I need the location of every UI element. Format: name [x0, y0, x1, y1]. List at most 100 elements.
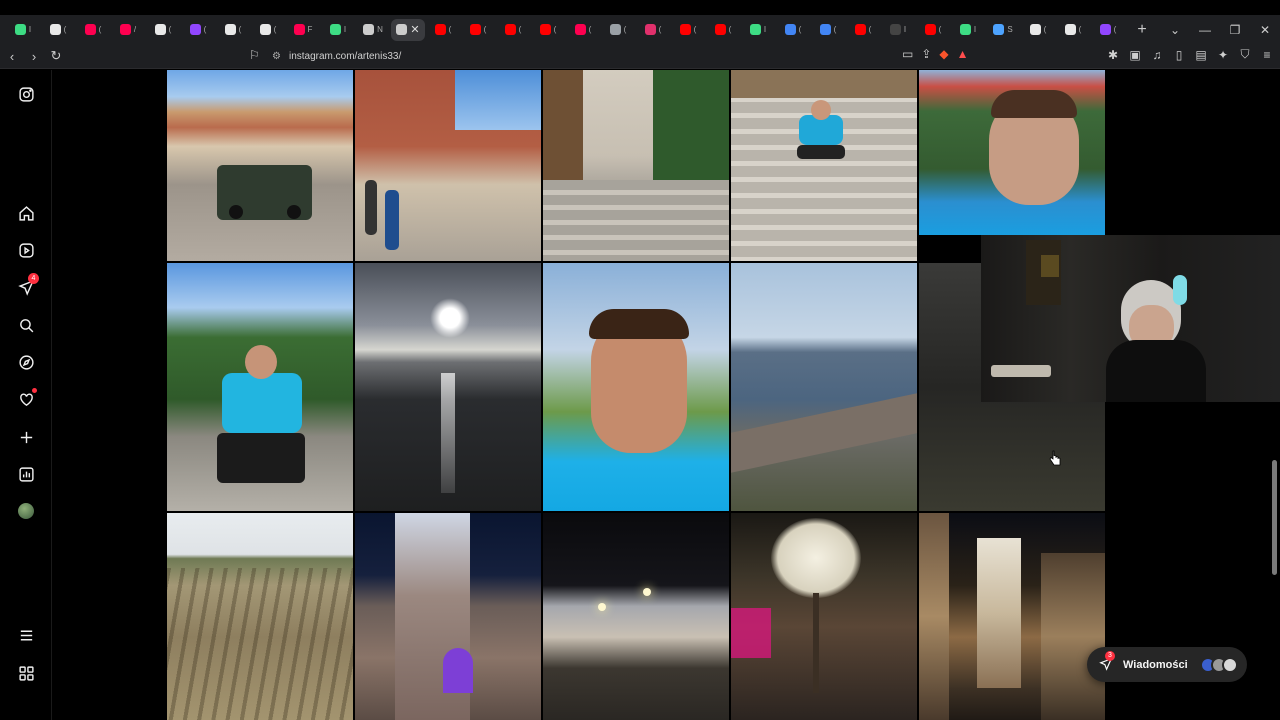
notifications-heart-icon[interactable]	[16, 388, 37, 409]
post-thumbnail[interactable]	[167, 70, 353, 261]
browser-tab[interactable]: (	[706, 19, 740, 41]
browser-tab[interactable]: /	[111, 19, 145, 41]
browser-tab[interactable]: (	[531, 19, 565, 41]
forward-icon[interactable]: ›	[24, 49, 44, 64]
browser-tab[interactable]: I	[321, 19, 355, 41]
more-menu-icon[interactable]	[16, 625, 36, 645]
sidebar-icon[interactable]: ▯	[1172, 48, 1186, 62]
post-thumbnail[interactable]	[919, 513, 1105, 720]
browser-tab[interactable]: (	[601, 19, 635, 41]
also-from-meta-icon[interactable]	[16, 663, 36, 683]
search-icon[interactable]	[16, 315, 36, 335]
browser-tab[interactable]: I	[6, 19, 40, 41]
instagram-sidebar: 4	[0, 70, 52, 720]
close-window-icon[interactable]: ✕	[1250, 23, 1280, 37]
message-avatars	[1199, 656, 1238, 673]
home-icon[interactable]	[16, 203, 36, 223]
browser-tab[interactable]: I	[881, 19, 915, 41]
post-thumbnail[interactable]	[543, 263, 729, 511]
explore-icon[interactable]	[16, 352, 36, 372]
minimize-icon[interactable]: —	[1190, 23, 1220, 37]
extensions-icon[interactable]: ✱	[1106, 48, 1120, 62]
browser-tab[interactable]: F	[286, 19, 320, 41]
browser-tab[interactable]: I	[951, 19, 985, 41]
restore-icon[interactable]: ❐	[1220, 23, 1250, 37]
direct-messages-icon[interactable]: 4	[16, 273, 39, 297]
brave-shields-icon[interactable]: ◆	[939, 47, 948, 61]
post-thumbnail[interactable]	[919, 70, 1105, 235]
browser-tab[interactable]: (	[41, 19, 75, 41]
browser-tab[interactable]: (	[671, 19, 705, 41]
post-thumbnail[interactable]	[167, 263, 353, 511]
messages-label: Wiadomości	[1123, 658, 1188, 671]
post-thumbnail[interactable]	[731, 513, 917, 720]
browser-tab[interactable]: (	[426, 19, 460, 41]
instagram-logo-icon[interactable]	[16, 84, 36, 104]
reload-icon[interactable]: ↻	[46, 48, 66, 64]
post-thumbnail[interactable]	[355, 70, 541, 261]
close-tab-icon[interactable]: ✕	[410, 23, 419, 36]
tab-title: S	[1007, 25, 1013, 34]
browser-tab[interactable]: (	[496, 19, 530, 41]
browser-tab[interactable]: (	[461, 19, 495, 41]
post-thumbnail[interactable]	[543, 513, 729, 720]
browser-tab[interactable]: S	[986, 19, 1020, 41]
bookmark-icon[interactable]: ⚐	[249, 48, 260, 62]
cast-icon[interactable]: ▭	[902, 47, 913, 61]
browser-tab[interactable]: (	[916, 19, 950, 41]
tab-title: /	[133, 25, 137, 34]
browser-tab[interactable]: (	[1091, 19, 1125, 41]
post-thumbnail[interactable]	[167, 513, 353, 720]
messages-button[interactable]: 3 Wiadomości	[1087, 647, 1247, 682]
back-icon[interactable]: ‹	[2, 49, 22, 64]
leo-ai-icon[interactable]: ✦	[1216, 48, 1230, 62]
address-bar-row: ‹ › ↻ ⚐ ⚙ instagram.com/artenis33/ ▭ ⇪ ◆…	[0, 44, 1280, 69]
new-tab-button[interactable]: +	[1132, 21, 1152, 39]
tab-favicon-icon	[259, 24, 271, 35]
post-thumbnail[interactable]	[731, 70, 917, 261]
tab-search-icon[interactable]: ⌄	[1160, 23, 1190, 37]
post-thumbnail[interactable]	[543, 70, 729, 261]
tab-title: I	[903, 25, 907, 34]
browser-tab[interactable]: (	[146, 19, 180, 41]
url-field[interactable]: ⚙ instagram.com/artenis33/	[272, 47, 992, 66]
browser-tab[interactable]: (	[811, 19, 845, 41]
vpn-icon[interactable]: ⛉	[1238, 47, 1252, 62]
screenshot-icon[interactable]: ▣	[1128, 48, 1142, 62]
browser-tab[interactable]: (	[251, 19, 285, 41]
browser-tab[interactable]: (	[181, 19, 215, 41]
brave-rewards-icon[interactable]: ▲	[957, 47, 969, 61]
page-scrollbar[interactable]	[1272, 460, 1277, 575]
dashboard-icon[interactable]	[16, 464, 36, 484]
browser-tab[interactable]: (	[216, 19, 250, 41]
browser-tab[interactable]: (	[636, 19, 670, 41]
post-thumbnail[interactable]	[355, 263, 541, 511]
site-info-icon[interactable]: ⚙	[272, 51, 281, 62]
media-icon[interactable]: ♫	[1150, 48, 1164, 62]
browser-tab[interactable]: (	[846, 19, 880, 41]
tab-title: (	[168, 25, 172, 34]
tab-title: (	[553, 25, 557, 34]
tab-favicon-icon	[714, 24, 726, 35]
wallet-icon[interactable]: ▤	[1194, 48, 1208, 62]
post-thumbnail[interactable]	[731, 263, 917, 511]
browser-tab[interactable]: (	[76, 19, 110, 41]
menu-icon[interactable]: ≡	[1260, 48, 1274, 62]
profile-posts-grid	[167, 70, 1106, 720]
reels-icon[interactable]	[16, 240, 36, 260]
tab-favicon-icon	[574, 24, 586, 35]
browser-tab[interactable]: (	[1021, 19, 1055, 41]
browser-tab[interactable]: ✕	[391, 18, 425, 41]
tab-title: (	[448, 25, 452, 34]
browser-tab[interactable]: (	[566, 19, 600, 41]
profile-avatar[interactable]	[16, 501, 36, 521]
browser-tab[interactable]: (	[776, 19, 810, 41]
share-icon[interactable]: ⇪	[921, 47, 931, 61]
tab-title: (	[868, 25, 872, 34]
create-icon[interactable]	[16, 427, 36, 447]
post-thumbnail[interactable]	[355, 513, 541, 720]
browser-tab[interactable]: I	[741, 19, 775, 41]
browser-tab[interactable]: N	[356, 19, 390, 41]
tab-favicon-icon	[609, 24, 621, 35]
browser-tab[interactable]: (	[1056, 19, 1090, 41]
